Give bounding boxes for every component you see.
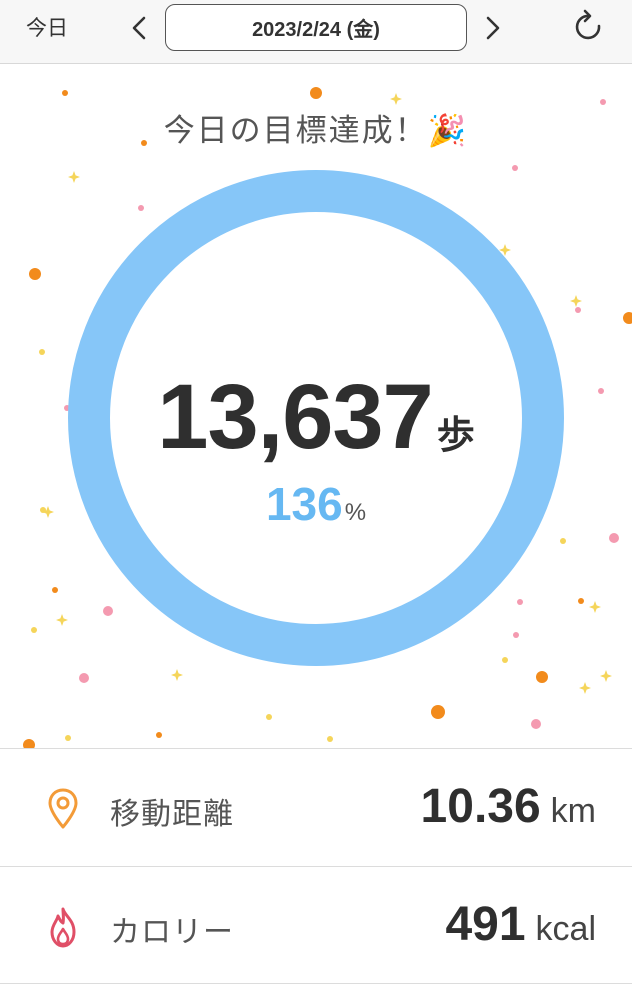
chevron-right-icon[interactable] — [478, 12, 506, 44]
achievement-percent-value: 136 — [265, 478, 343, 530]
location-pin-icon — [48, 788, 78, 829]
achievement-rate: 136% — [0, 477, 632, 531]
step-summary-panel: 今日の目標達成！🎉 13,637 歩 136% — [0, 65, 632, 748]
step-unit: 歩 — [436, 413, 475, 457]
refresh-icon[interactable] — [572, 8, 606, 46]
flame-icon — [50, 907, 76, 948]
calorie-unit: kcal — [535, 910, 596, 948]
date-label: 2023/2/24 (金) — [252, 19, 380, 41]
chevron-left-icon[interactable] — [126, 12, 154, 44]
distance-unit: km — [550, 792, 596, 830]
step-count-value: 13,637 — [157, 366, 433, 468]
goal-achieved-message: 今日の目標達成！🎉 — [163, 113, 469, 149]
distance-value: 10.36 — [420, 780, 541, 833]
date-selector[interactable]: 2023/2/24 (金) — [165, 4, 467, 51]
calorie-value: 491 — [445, 898, 526, 951]
today-button[interactable]: 今日 — [26, 14, 68, 42]
distance-value-group: 10.36 km — [421, 779, 596, 834]
calorie-row[interactable]: カロリー 491 kcal — [0, 866, 632, 984]
percent-unit: % — [344, 499, 367, 526]
top-bar: 今日 2023/2/24 (金) — [0, 0, 632, 64]
step-count: 13,637 歩 — [0, 365, 632, 470]
calorie-value-group: 491 kcal — [445, 897, 596, 952]
distance-label: 移動距離 — [110, 797, 234, 832]
distance-row[interactable]: 移動距離 10.36 km — [0, 748, 632, 866]
calorie-label: カロリー — [110, 915, 234, 950]
